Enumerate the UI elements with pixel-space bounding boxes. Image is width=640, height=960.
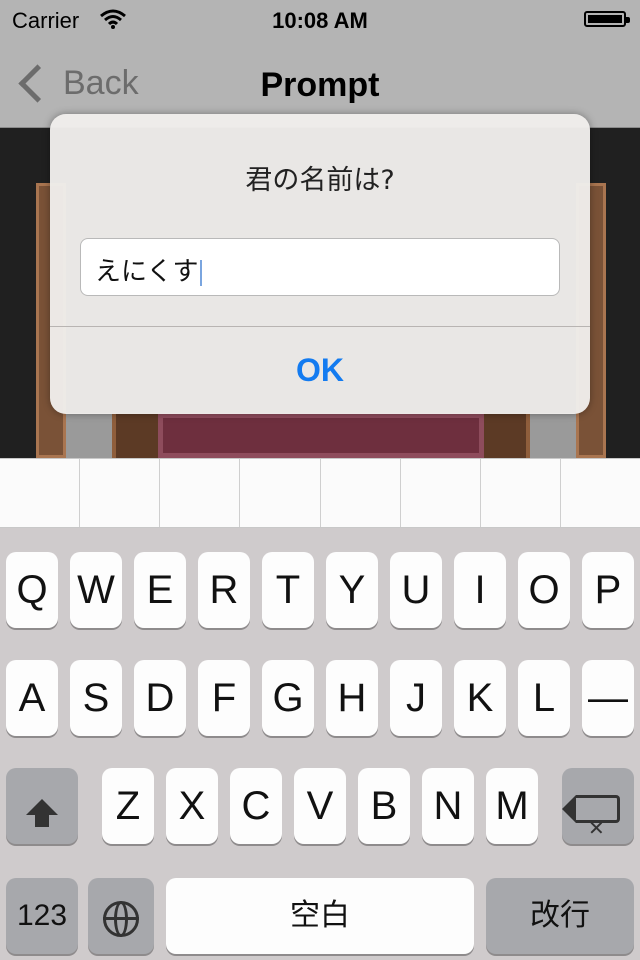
prompt-alert: 君の名前は? えにくす OK [50, 114, 590, 414]
ok-button[interactable]: OK [50, 327, 590, 414]
key-m[interactable]: M [486, 768, 538, 844]
key-dash[interactable]: — [582, 660, 634, 736]
key-c[interactable]: C [230, 768, 282, 844]
candidate-cell[interactable] [401, 459, 481, 527]
key-i[interactable]: I [454, 552, 506, 628]
candidate-cell[interactable] [481, 459, 561, 527]
text-caret [200, 259, 203, 286]
key-h[interactable]: H [326, 660, 378, 736]
key-w[interactable]: W [70, 552, 122, 628]
key-z[interactable]: Z [102, 768, 154, 844]
shift-key[interactable] [6, 768, 78, 844]
clock: 10:08 AM [272, 8, 368, 33]
globe-key[interactable] [88, 878, 154, 954]
key-q[interactable]: Q [6, 552, 58, 628]
door-left [112, 413, 158, 458]
alert-message: 君の名前は? [245, 165, 395, 196]
key-n[interactable]: N [422, 768, 474, 844]
delete-icon [562, 791, 620, 867]
delete-key[interactable] [562, 768, 634, 867]
key-r[interactable]: R [198, 552, 250, 628]
rug [158, 413, 484, 458]
key-l[interactable]: L [518, 660, 570, 736]
key-y[interactable]: Y [326, 552, 378, 628]
return-key[interactable]: 改行 [486, 878, 634, 954]
battery-icon [584, 11, 630, 27]
key-o[interactable]: O [518, 552, 570, 628]
globe-icon [103, 901, 139, 937]
candidate-cell[interactable] [160, 459, 241, 527]
key-v[interactable]: V [294, 768, 346, 844]
candidate-bar [0, 458, 640, 528]
key-j[interactable]: J [390, 660, 442, 736]
shift-icon [26, 799, 58, 827]
key-e[interactable]: E [134, 552, 186, 628]
name-input-value: えにくす [95, 257, 199, 287]
candidate-cell[interactable] [80, 459, 161, 527]
name-input[interactable]: えにくす [80, 238, 560, 296]
key-g[interactable]: G [262, 660, 314, 736]
key-t[interactable]: T [262, 552, 314, 628]
status-bar: Carrier 10:08 AM [0, 0, 640, 40]
key-u[interactable]: U [390, 552, 442, 628]
key-a[interactable]: A [6, 660, 58, 736]
key-f[interactable]: F [198, 660, 250, 736]
key-d[interactable]: D [134, 660, 186, 736]
key-k[interactable]: K [454, 660, 506, 736]
space-key[interactable]: 空白 [166, 878, 474, 954]
key-b[interactable]: B [358, 768, 410, 844]
key-x[interactable]: X [166, 768, 218, 844]
page-title: Prompt [260, 66, 380, 104]
keyboard: Q W E R T Y U I O P A S D F G H J K L — … [0, 528, 640, 960]
numbers-key[interactable]: 123 [6, 878, 78, 954]
door-right [484, 413, 530, 458]
key-p[interactable]: P [582, 552, 634, 628]
candidate-cell[interactable] [321, 459, 401, 527]
key-s[interactable]: S [70, 660, 122, 736]
candidate-cell[interactable] [0, 459, 81, 527]
candidate-cell[interactable] [561, 459, 640, 527]
candidate-cell[interactable] [240, 459, 321, 527]
